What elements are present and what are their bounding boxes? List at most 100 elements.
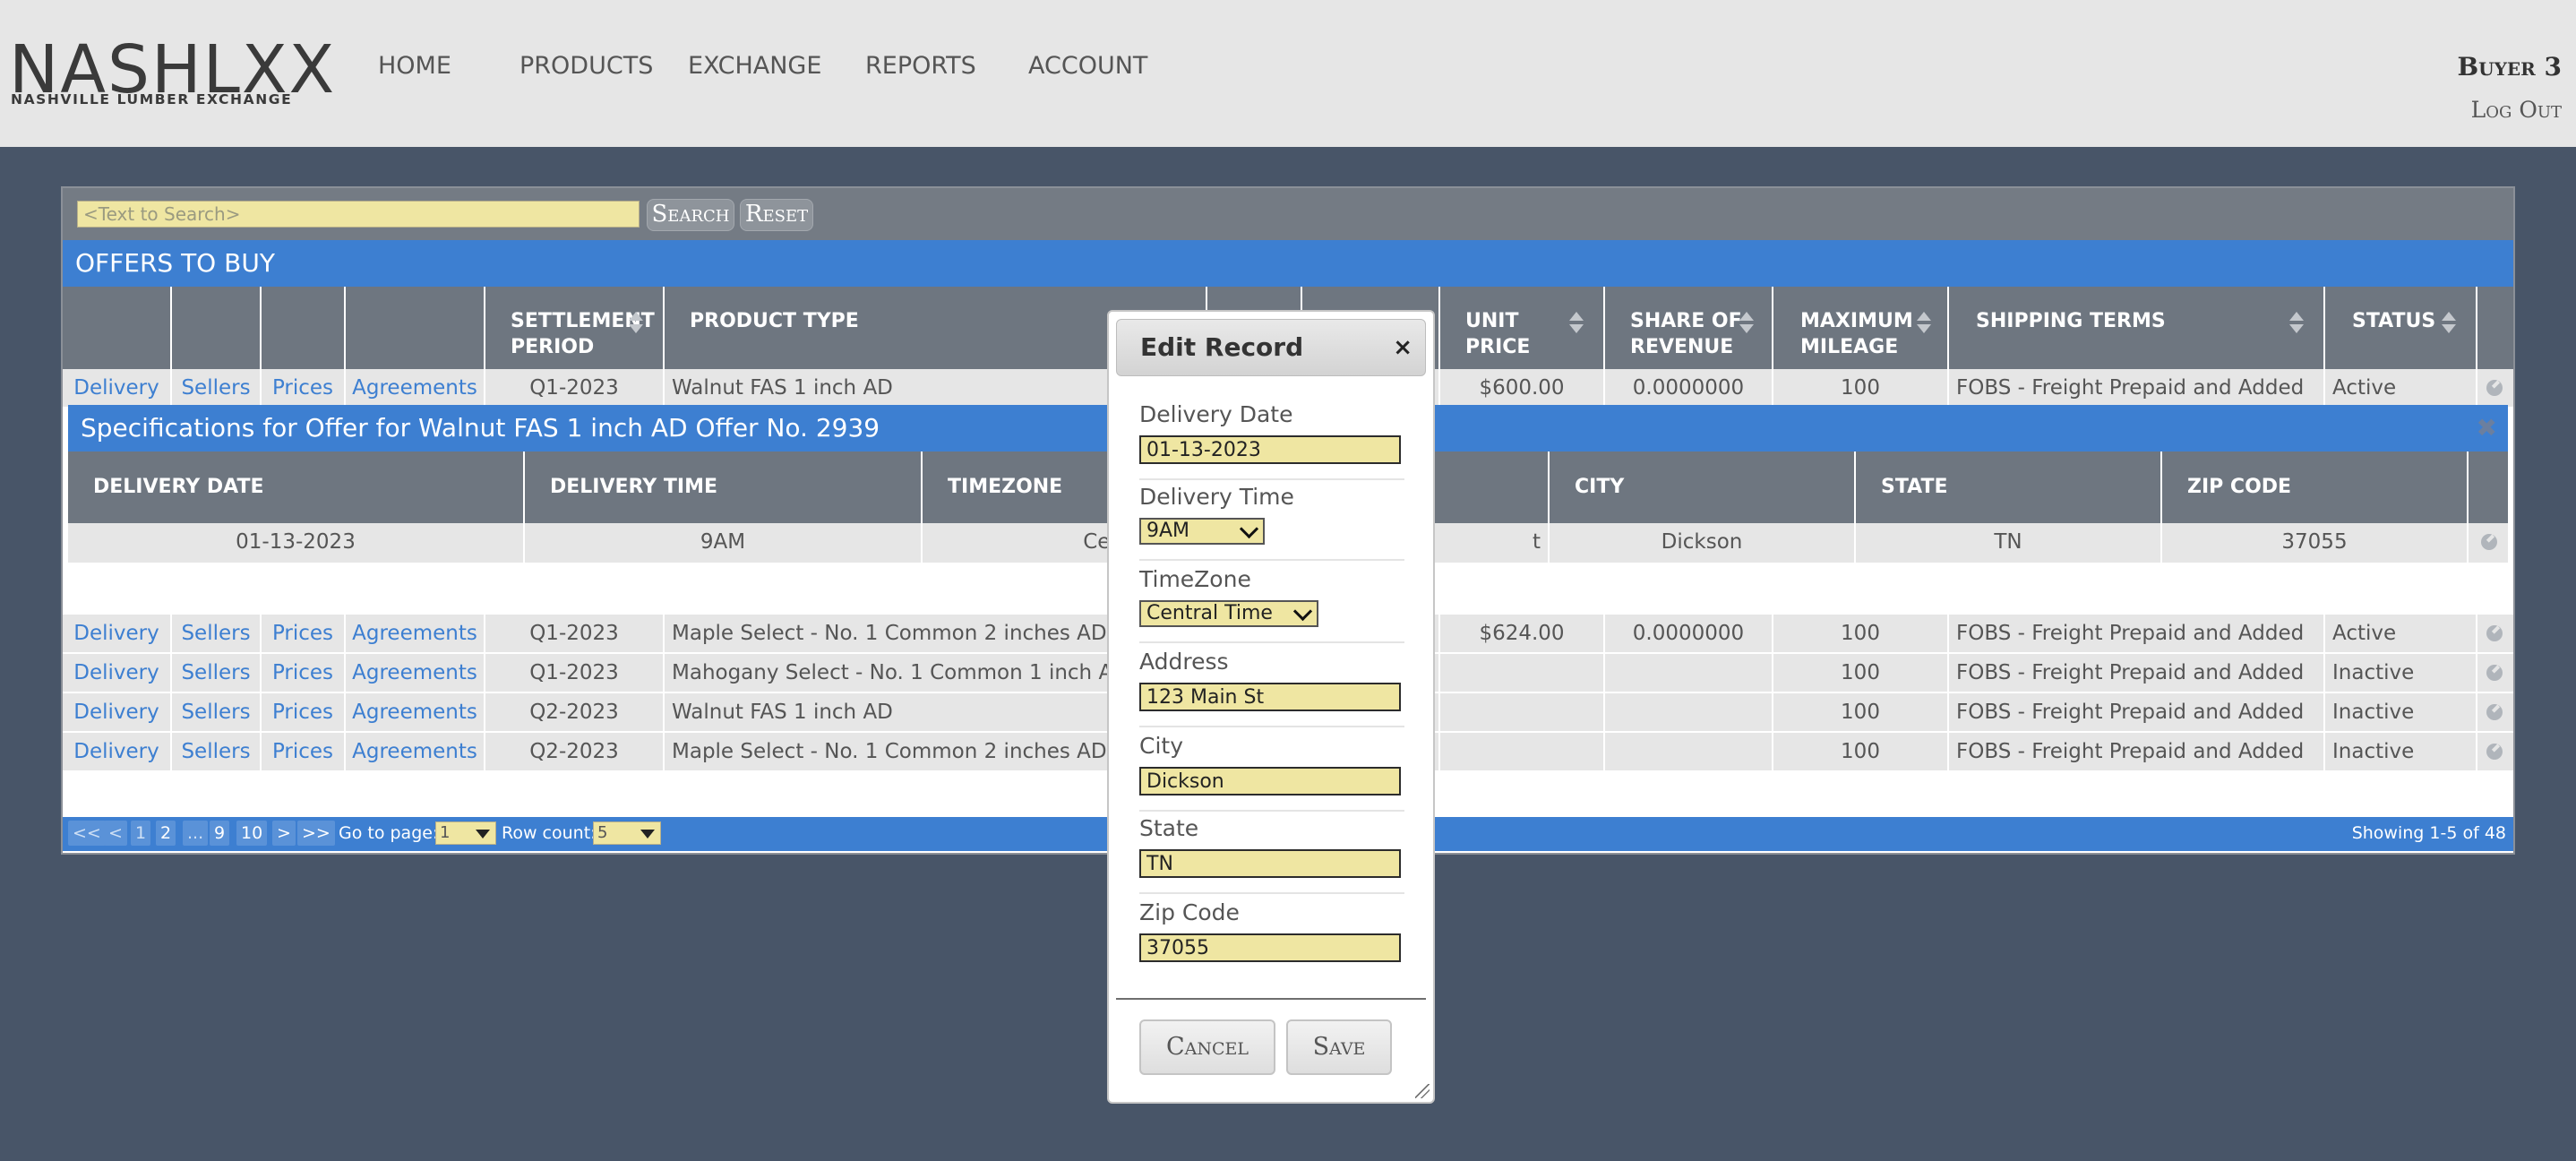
pager-page-2[interactable]: 2: [156, 821, 176, 846]
rowcount-select[interactable]: 5: [593, 821, 661, 845]
divider: [1139, 810, 1404, 812]
logo-tagline: NASHVILLE LUMBER EXCHANGE: [11, 91, 293, 108]
unit-price: [1440, 693, 1605, 733]
delivery-link[interactable]: Delivery: [63, 733, 172, 772]
pager-last[interactable]: >>: [297, 821, 335, 846]
sort-icon[interactable]: [2442, 310, 2456, 335]
field-label: TimeZone: [1139, 566, 1251, 592]
share-of-revenue: 0.0000000: [1605, 369, 1773, 408]
rowcount-label: Row count:: [502, 823, 597, 843]
delivery-date-input[interactable]: [1139, 435, 1401, 464]
nav-reports[interactable]: REPORTS: [865, 52, 976, 80]
prices-link[interactable]: Prices: [262, 615, 346, 654]
sort-icon[interactable]: [1569, 310, 1584, 335]
nav-exchange[interactable]: EXCHANGE: [688, 52, 821, 80]
edit-icon[interactable]: [2486, 625, 2503, 641]
prices-link[interactable]: Prices: [262, 693, 346, 733]
pager-page-1[interactable]: 1: [131, 821, 151, 846]
search-button[interactable]: Search: [647, 199, 734, 231]
col-sellers: [172, 287, 262, 369]
sort-icon[interactable]: [1739, 310, 1754, 335]
pager-next[interactable]: >: [272, 821, 296, 846]
edit-icon[interactable]: [2486, 704, 2503, 720]
col-prices: [262, 287, 346, 369]
top-bar: NASHLXX NASHVILLE LUMBER EXCHANGE HOME P…: [0, 0, 2576, 147]
state-input[interactable]: [1139, 849, 1401, 878]
zip-code-input[interactable]: [1139, 933, 1401, 962]
sort-icon[interactable]: [2289, 310, 2304, 335]
unit-price: $624.00: [1440, 615, 1605, 654]
field-label: City: [1139, 733, 1183, 759]
pager-first[interactable]: <<: [68, 821, 106, 846]
pager-prev[interactable]: <: [104, 821, 127, 846]
goto-label: Go to page:: [339, 823, 439, 843]
sellers-link[interactable]: Sellers: [172, 733, 262, 772]
address-input[interactable]: [1139, 683, 1401, 711]
nav-products[interactable]: PRODUCTS: [519, 52, 653, 80]
delivery-time-select[interactable]: 9AM: [1139, 518, 1265, 545]
logout-link[interactable]: Log Out: [2471, 97, 2562, 123]
prices-link[interactable]: Prices: [262, 733, 346, 772]
goto-page-select[interactable]: 1: [435, 821, 496, 845]
edit-icon[interactable]: [2486, 744, 2503, 760]
divider: [1116, 998, 1426, 1000]
offers-title: OFFERS TO BUY: [75, 248, 275, 278]
col-agreements: [346, 287, 485, 369]
sellers-link[interactable]: Sellers: [172, 369, 262, 408]
reset-button[interactable]: Reset: [740, 199, 813, 231]
col-unit-price[interactable]: UNIT PRICE: [1440, 287, 1605, 369]
pager-page-9[interactable]: 9: [210, 821, 230, 846]
sellers-link[interactable]: Sellers: [172, 615, 262, 654]
save-button[interactable]: Save: [1286, 1019, 1392, 1075]
col-maximum-mileage[interactable]: MAXIMUM MILEAGE: [1773, 287, 1949, 369]
prices-link[interactable]: Prices: [262, 654, 346, 693]
share-of-revenue: [1605, 654, 1773, 693]
delivery-link[interactable]: Delivery: [63, 654, 172, 693]
settlement-period: Q2-2023: [485, 693, 665, 733]
agreements-link[interactable]: Agreements: [346, 654, 485, 693]
close-icon[interactable]: ×: [1393, 336, 1413, 359]
timezone-select[interactable]: Central Time: [1139, 600, 1318, 627]
agreements-link[interactable]: Agreements: [346, 369, 485, 408]
close-icon[interactable]: ✖: [2477, 416, 2497, 441]
status: Inactive: [2325, 654, 2477, 693]
agreements-link[interactable]: Agreements: [346, 693, 485, 733]
delivery-link[interactable]: Delivery: [63, 615, 172, 654]
settlement-period: Q2-2023: [485, 733, 665, 772]
delivery-link[interactable]: Delivery: [63, 693, 172, 733]
prices-link[interactable]: Prices: [262, 369, 346, 408]
col-shipping-terms[interactable]: SHIPPING TERMS: [1949, 287, 2325, 369]
sort-icon[interactable]: [1917, 310, 1931, 335]
col-delivery-time: DELIVERY TIME: [525, 452, 923, 523]
col-share-of-revenue[interactable]: SHARE OF REVENUE: [1605, 287, 1773, 369]
delivery-link[interactable]: Delivery: [63, 369, 172, 408]
edit-icon[interactable]: [2486, 380, 2503, 396]
edit-cell: [2477, 369, 2513, 408]
edit-icon[interactable]: [2481, 534, 2497, 550]
search-input[interactable]: [77, 201, 640, 228]
city-input[interactable]: [1139, 767, 1401, 796]
spec-zip: 37055: [2162, 523, 2469, 563]
agreements-link[interactable]: Agreements: [346, 733, 485, 772]
logo[interactable]: NASHLXX NASHVILLE LUMBER EXCHANGE: [9, 34, 349, 108]
state-field: State: [1139, 815, 1408, 878]
sort-icon[interactable]: [629, 310, 643, 335]
sellers-link[interactable]: Sellers: [172, 654, 262, 693]
cancel-button[interactable]: Cancel: [1139, 1019, 1275, 1075]
dialog-title-bar[interactable]: Edit Record ×: [1116, 319, 1426, 376]
col-delivery-date: DELIVERY DATE: [68, 452, 525, 523]
col-state: STATE: [1856, 452, 2162, 523]
unit-price: $600.00: [1440, 369, 1605, 408]
divider: [1139, 726, 1404, 727]
pager-page-10[interactable]: 10: [236, 821, 268, 846]
col-status[interactable]: STATUS: [2325, 287, 2477, 369]
edit-icon[interactable]: [2486, 665, 2503, 681]
agreements-link[interactable]: Agreements: [346, 615, 485, 654]
city-field: City: [1139, 733, 1408, 796]
nav-account[interactable]: ACCOUNT: [1028, 52, 1147, 80]
nav-home[interactable]: HOME: [378, 52, 451, 80]
resize-handle[interactable]: [1415, 1084, 1430, 1098]
col-settlement-period[interactable]: SETTLEMENT PERIOD: [485, 287, 665, 369]
sellers-link[interactable]: Sellers: [172, 693, 262, 733]
status: Active: [2325, 615, 2477, 654]
